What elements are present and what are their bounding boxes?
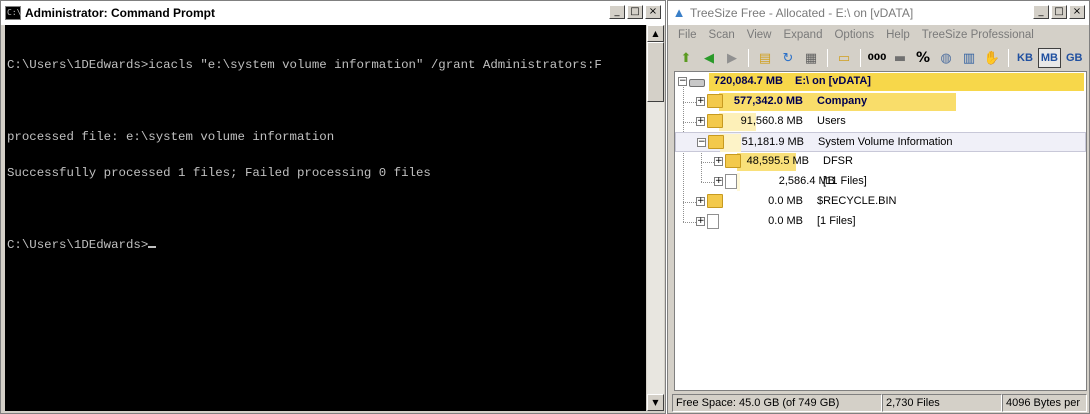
toolbar-separator	[1008, 49, 1009, 67]
toolbar-separator	[748, 49, 749, 67]
command-prompt-window: C:\ Administrator: Command Prompt _ □ × …	[0, 0, 666, 414]
tree-row-11-files[interactable]: +2,586.4 MB [11 Files]	[675, 172, 1086, 192]
export-icon[interactable]: ▭	[834, 48, 854, 68]
console-line: Successfully processed 1 files; Failed p…	[7, 166, 431, 180]
cmd-close-button[interactable]: ×	[645, 5, 661, 19]
toolbar-separator	[827, 49, 828, 67]
console-prompt: C:\Users\1DEdwards>	[7, 238, 149, 252]
tree-row-users[interactable]: +91,560.8 MB Users	[675, 112, 1086, 132]
file-count-status: 2,730 Files	[882, 394, 1002, 412]
tree-item-size: 720,084.7 MB	[713, 75, 783, 87]
menu-scan[interactable]: Scan	[709, 29, 735, 41]
console-prompt-line[interactable]: C:\Users\1DEdwards>	[7, 239, 646, 251]
open-folder-icon[interactable]: ▤	[755, 48, 775, 68]
ts-close-button[interactable]: ×	[1069, 5, 1085, 19]
tree-item-name: Users	[817, 115, 846, 127]
tree-item-size: 0.0 MB	[768, 195, 803, 207]
refresh-icon[interactable]: ↻	[778, 48, 798, 68]
tree-row-1-files[interactable]: +0.0 MB [1 Files]	[675, 212, 1086, 232]
tree-row-recycle-bin[interactable]: +0.0 MB $RECYCLE.BIN	[675, 192, 1086, 212]
menu-treesize-professional[interactable]: TreeSize Professional	[922, 29, 1034, 41]
columns-icon[interactable]: ▥	[959, 48, 979, 68]
free-space-status: Free Space: 45.0 GB (of 749 GB)	[672, 394, 882, 412]
treesize-window-title: TreeSize Free - Allocated - E:\ on [vDAT…	[690, 6, 914, 20]
toolbar: ⬆ ◀ ▶ ▤ ↻ ▦ ▭ 000 ▬ % ◍ ▥ ✋ KB MB GB	[668, 45, 1089, 71]
treesize-app-icon[interactable]: ▲	[672, 6, 686, 20]
tree-item-name: DFSR	[823, 155, 853, 167]
text-cursor	[148, 246, 157, 248]
directory-tree[interactable]: −720,084.7 MB E:\ on [vDATA] +577,342.0 MB…	[674, 71, 1087, 391]
tree-row-drive[interactable]: −720,084.7 MB E:\ on [vDATA]	[675, 72, 1086, 92]
tree-item-size: 48,595.5 MB	[746, 155, 809, 167]
tree-row-company[interactable]: +577,342.0 MB Company	[675, 92, 1086, 112]
tree-row-dfsr[interactable]: +48,595.5 MB DFSR	[675, 152, 1086, 172]
console-line: C:\Users\1DEdwards>icacls "e:\system vol…	[7, 58, 602, 72]
cmd-vertical-scrollbar[interactable]: ▲ ▼	[647, 25, 664, 411]
hand-icon[interactable]: ✋	[982, 48, 1002, 68]
scroll-down-arrow-icon[interactable]: ▼	[647, 394, 664, 411]
menu-bar: File Scan View Expand Options Help TreeS…	[668, 25, 1089, 45]
print-icon[interactable]: ▦	[801, 48, 821, 68]
menu-expand[interactable]: Expand	[783, 29, 822, 41]
tree-item-size: 577,342.0 MB	[733, 95, 803, 107]
tree-item-name: E:\ on [vDATA]	[795, 75, 871, 87]
tree-item-name: [11 Files]	[823, 175, 867, 187]
treesize-window: ▲ TreeSize Free - Allocated - E:\ on [vD…	[667, 0, 1090, 414]
menu-help[interactable]: Help	[886, 29, 910, 41]
toolbar-separator	[860, 49, 861, 67]
cluster-size-status: 4096 Bytes per	[1002, 394, 1087, 412]
tree-item-name: [1 Files]	[817, 215, 856, 227]
cmd-window-title: Administrator: Command Prompt	[25, 6, 216, 20]
unit-mb-button[interactable]: MB	[1037, 48, 1061, 68]
percent-icon[interactable]: %	[913, 48, 933, 68]
tree-row-system-volume-information[interactable]: −51,181.9 MB System Volume Information	[675, 132, 1086, 152]
menu-view[interactable]: View	[747, 29, 772, 41]
unit-gb-button[interactable]: GB	[1064, 48, 1085, 68]
ts-maximize-button[interactable]: □	[1051, 5, 1067, 19]
cmd-minimize-button[interactable]: _	[609, 5, 625, 19]
tree-item-size: 0.0 MB	[768, 215, 803, 227]
number-format-icon[interactable]: 000	[867, 48, 887, 68]
up-folder-icon[interactable]: ⬆	[676, 48, 696, 68]
tree-item-name: Company	[817, 95, 868, 107]
treesize-titlebar[interactable]: ▲ TreeSize Free - Allocated - E:\ on [vD…	[668, 1, 1089, 25]
console-line: processed file: e:\system volume informa…	[7, 130, 335, 144]
cmd-titlebar[interactable]: C:\ Administrator: Command Prompt _ □ ×	[1, 1, 665, 25]
tree-item-size: 51,181.9 MB	[741, 136, 804, 148]
drive-icon[interactable]: ▬	[890, 48, 910, 68]
status-bar: Free Space: 45.0 GB (of 749 GB) 2,730 Fi…	[672, 394, 1087, 412]
scroll-up-arrow-icon[interactable]: ▲	[647, 25, 664, 42]
menu-file[interactable]: File	[678, 29, 697, 41]
tree-item-name: System Volume Information	[818, 136, 953, 148]
size-icon[interactable]: ◍	[936, 48, 956, 68]
tree-item-size: 91,560.8 MB	[740, 115, 803, 127]
tree-item-size: 2,586.4 MB	[778, 175, 835, 187]
forward-icon[interactable]: ▶	[722, 48, 742, 68]
menu-options[interactable]: Options	[834, 29, 874, 41]
cmd-maximize-button[interactable]: □	[627, 5, 643, 19]
scroll-thumb[interactable]	[647, 42, 664, 102]
tree-item-name: $RECYCLE.BIN	[817, 195, 897, 207]
back-icon[interactable]: ◀	[699, 48, 719, 68]
console-output[interactable]: C:\Users\1DEdwards>icacls "e:\system vol…	[5, 25, 646, 411]
ts-minimize-button[interactable]: _	[1033, 5, 1049, 19]
cmd-console-icon[interactable]: C:\	[5, 6, 21, 20]
unit-kb-button[interactable]: KB	[1015, 48, 1035, 68]
